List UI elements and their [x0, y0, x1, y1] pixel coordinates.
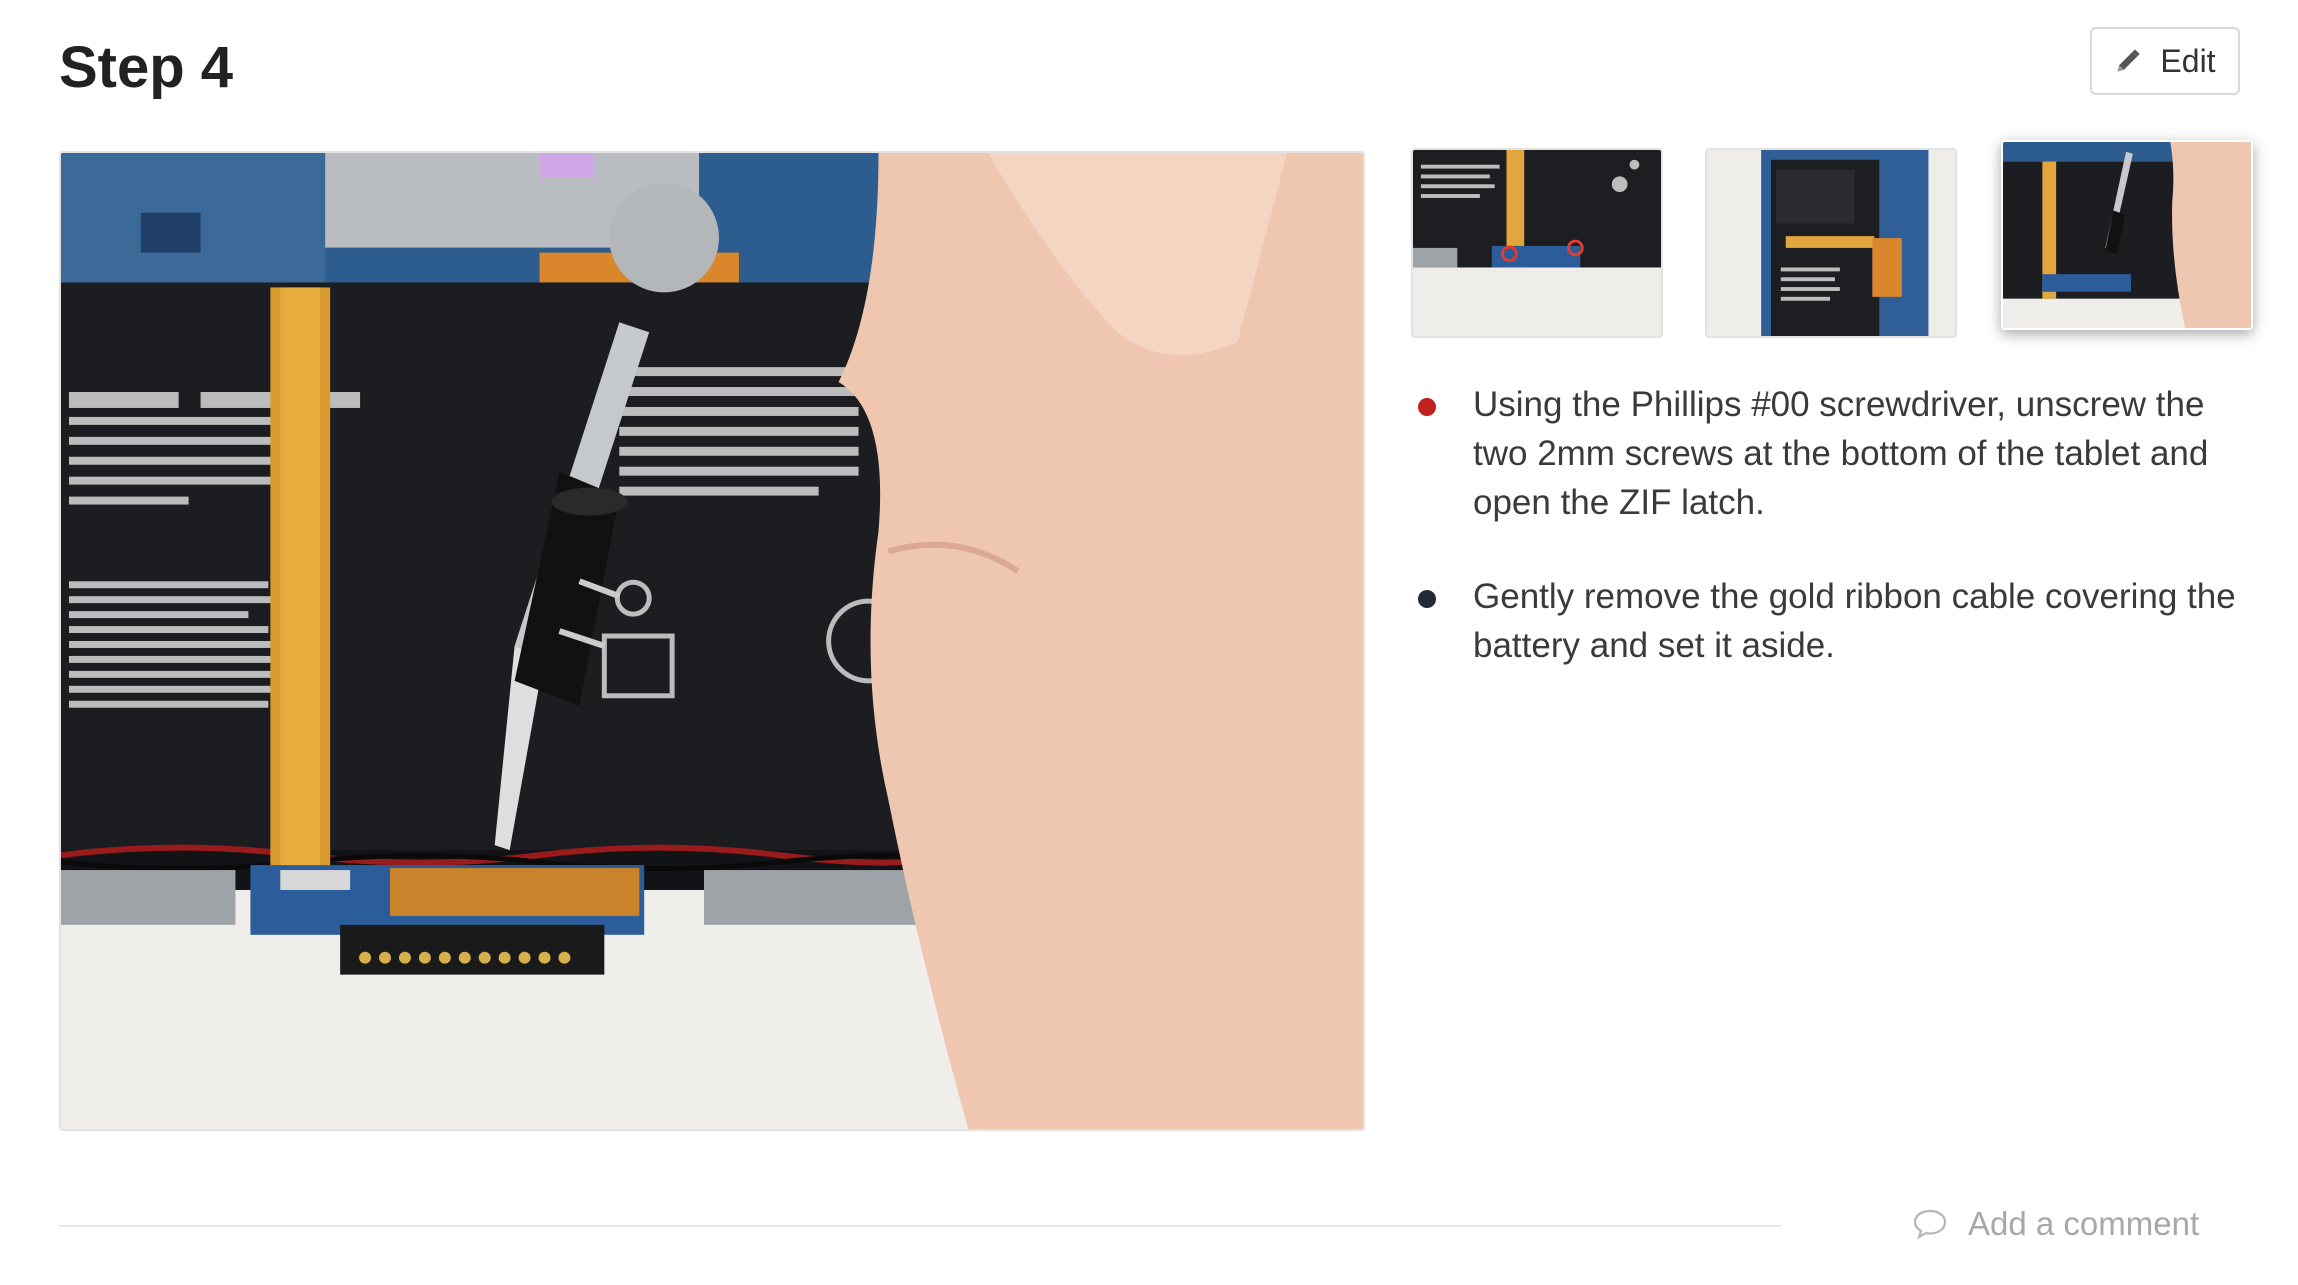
- thumbnail-2[interactable]: [1705, 148, 1957, 338]
- speech-bubble-icon: [1913, 1209, 1947, 1240]
- instruction-text: Using the Phillips #00 screwdriver, unsc…: [1473, 385, 2209, 522]
- bullet-dot-black: [1418, 590, 1436, 608]
- thumbnail-1[interactable]: [1411, 148, 1663, 338]
- bullet-dot-red: [1418, 398, 1436, 416]
- pencil-icon: [2117, 49, 2141, 72]
- footer-divider: [59, 1225, 1781, 1227]
- thumbnail-3[interactable]: [2001, 140, 2253, 330]
- guide-step: Step 4 Edit Using the Phillips #00 screw…: [0, 0, 2298, 1285]
- add-comment-label: Add a comment: [1968, 1205, 2200, 1242]
- instruction-list: Using the Phillips #00 screwdriver, unsc…: [1411, 380, 2261, 715]
- step-title: Step 4: [59, 35, 234, 100]
- edit-label: Edit: [2160, 42, 2216, 79]
- instruction-text: Gently remove the gold ribbon cable cove…: [1473, 577, 2236, 665]
- add-comment-button[interactable]: Add a comment: [1912, 1205, 2199, 1243]
- edit-button[interactable]: Edit: [2090, 27, 2240, 95]
- instruction-item: Using the Phillips #00 screwdriver, unsc…: [1411, 380, 2261, 527]
- main-step-image[interactable]: [59, 151, 1365, 1131]
- instruction-item: Gently remove the gold ribbon cable cove…: [1411, 572, 2261, 670]
